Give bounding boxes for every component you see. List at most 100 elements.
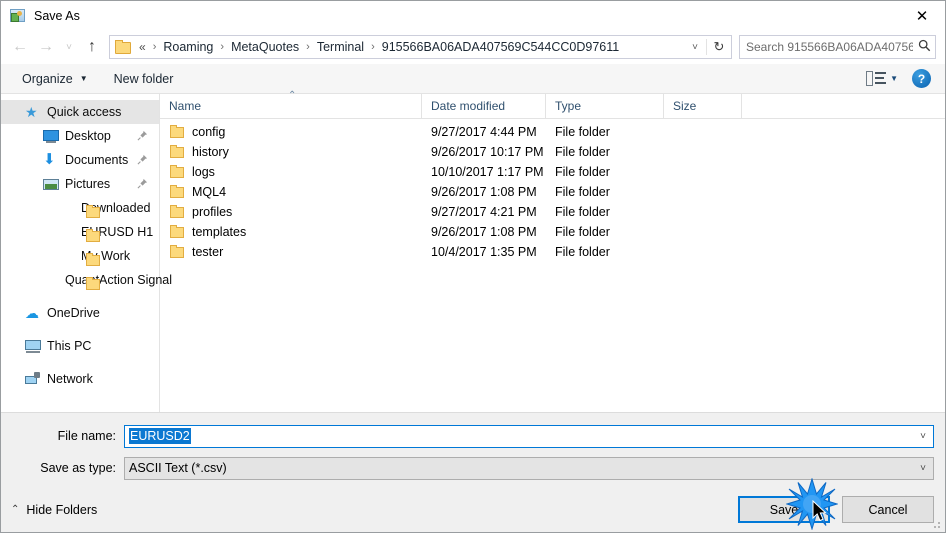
view-layout-icon[interactable] xyxy=(866,70,887,87)
sidebar-item-network[interactable]: Network xyxy=(1,367,159,391)
title-bar: Save As ✕ xyxy=(1,1,945,30)
sidebar-item-quantaction-signal[interactable]: QuantAction Signal xyxy=(1,268,172,292)
star-icon: ★ xyxy=(25,104,38,120)
sidebar-item-pictures[interactable]: Pictures xyxy=(1,172,159,196)
sidebar-item-label: This PC xyxy=(47,339,92,353)
file-date-cell: 9/26/2017 10:17 PM xyxy=(431,145,544,159)
pictures-icon xyxy=(43,176,59,192)
address-bar-row: ← → ˅ ↑ « › Roaming › MetaQuotes › Termi… xyxy=(1,30,945,64)
column-header-name-label: Name xyxy=(169,99,202,113)
file-type-cell: File folder xyxy=(555,205,610,219)
breadcrumb-separator-1: › xyxy=(220,41,225,53)
network-icon xyxy=(25,371,41,387)
file-name-cell: logs xyxy=(160,164,422,180)
pin-icon[interactable] xyxy=(137,178,148,189)
cancel-button[interactable]: Cancel xyxy=(842,496,934,523)
folder-icon xyxy=(169,144,185,160)
address-bar[interactable]: « › Roaming › MetaQuotes › Terminal › 91… xyxy=(109,35,732,59)
resize-grip[interactable] xyxy=(930,518,942,530)
refresh-icon[interactable]: ↻ xyxy=(706,39,731,55)
sidebar-item-my-work[interactable]: My Work xyxy=(1,244,159,268)
table-row[interactable]: tester 10/4/2017 1:35 PM File folder xyxy=(160,242,945,262)
folder-icon xyxy=(115,40,132,54)
chevron-down-icon[interactable]: ˅ xyxy=(913,463,933,474)
sidebar-item-label: Desktop xyxy=(65,129,111,143)
file-type-cell: File folder xyxy=(555,245,610,259)
table-row[interactable]: config 9/27/2017 4:44 PM File folder xyxy=(160,122,945,142)
forward-icon[interactable]: → xyxy=(33,34,59,60)
folder-icon xyxy=(85,228,101,244)
file-type-cell: File folder xyxy=(555,125,610,139)
save-form: File name: EURUSD2 ˅ Save as type: ASCII… xyxy=(1,412,945,487)
close-icon[interactable]: ✕ xyxy=(899,1,945,30)
folder-icon xyxy=(169,204,185,220)
file-name-selected-text: EURUSD2 xyxy=(129,428,191,444)
breadcrumb-separator-3: › xyxy=(371,41,375,53)
sidebar-item-label: QuantAction Signal xyxy=(65,273,173,287)
sidebar-item-documents[interactable]: ⬇ Documents xyxy=(1,148,159,172)
up-icon[interactable]: ↑ xyxy=(79,34,105,60)
table-row[interactable]: logs 10/10/2017 1:17 PM File folder xyxy=(160,162,945,182)
save-button[interactable]: Save xyxy=(738,496,830,523)
organize-button[interactable]: Organize ▼ xyxy=(15,69,95,89)
file-name-label: MQL4 xyxy=(192,185,227,199)
file-list-pane: Name ⌃ Date modified Type Size config 9/… xyxy=(160,90,945,412)
breadcrumb-item-terminal[interactable]: Terminal xyxy=(315,40,366,54)
breadcrumb-item-metaquotes[interactable]: MetaQuotes xyxy=(229,40,301,54)
file-type-cell: File folder xyxy=(555,145,610,159)
new-folder-button[interactable]: New folder xyxy=(107,69,181,89)
sidebar-item-downloaded[interactable]: Downloaded xyxy=(1,196,159,220)
pin-icon[interactable] xyxy=(137,154,148,165)
column-header-type[interactable]: Type xyxy=(546,94,664,118)
breadcrumb-separator-2: › xyxy=(306,41,310,53)
table-row[interactable]: MQL4 9/26/2017 1:08 PM File folder xyxy=(160,182,945,202)
pin-icon[interactable] xyxy=(137,130,148,141)
chevron-down-icon: ▼ xyxy=(79,74,88,83)
folder-icon xyxy=(169,184,185,200)
chevron-down-icon[interactable]: ˅ xyxy=(913,431,933,442)
sidebar-item-label: Quick access xyxy=(47,105,122,119)
file-rows: config 9/27/2017 4:44 PM File folder his… xyxy=(160,119,945,412)
recent-locations-icon[interactable]: ˅ xyxy=(59,34,79,60)
back-icon[interactable]: ← xyxy=(7,34,33,60)
folder-icon xyxy=(85,252,101,268)
file-name-input[interactable]: EURUSD2 ˅ xyxy=(124,424,934,448)
file-name-label: File name: xyxy=(57,429,116,443)
column-header-name[interactable]: Name ⌃ xyxy=(160,90,422,118)
dialog-footer: ⌃ Hide Folders Save Cancel xyxy=(1,487,945,532)
file-name-cell: MQL4 xyxy=(160,184,422,200)
search-icon xyxy=(913,39,935,55)
window-title: Save As xyxy=(34,8,80,23)
breadcrumb-item-terminal-id[interactable]: 915566BA06ADA407569C544CC0D97611 xyxy=(380,40,621,54)
table-row[interactable]: templates 9/26/2017 1:08 PM File folder xyxy=(160,222,945,242)
app-icon xyxy=(10,8,26,24)
table-row[interactable]: history 9/26/2017 10:17 PM File folder xyxy=(160,142,945,162)
breadcrumb-item-roaming[interactable]: Roaming xyxy=(161,40,215,54)
table-row[interactable]: profiles 9/27/2017 4:21 PM File folder xyxy=(160,202,945,222)
hide-folders-button[interactable]: ⌃ Hide Folders xyxy=(11,503,97,517)
save-as-type-select[interactable]: ASCII Text (*.csv) ˅ xyxy=(124,456,934,480)
breadcrumb-overflow-icon[interactable]: « xyxy=(137,40,148,54)
help-icon[interactable]: ? xyxy=(912,69,931,88)
column-header-size[interactable]: Size xyxy=(664,94,742,118)
sort-ascending-icon: ⌃ xyxy=(288,90,297,101)
save-as-dialog: Save As ✕ ← → ˅ ↑ « › Roaming › MetaQuot… xyxy=(0,0,946,533)
sidebar-item-label: Pictures xyxy=(65,177,111,191)
file-name-cell: profiles xyxy=(160,204,422,220)
command-toolbar: Organize ▼ New folder ▼ ? xyxy=(1,64,945,94)
sidebar-item-desktop[interactable]: Desktop xyxy=(1,124,159,148)
sidebar-item-onedrive[interactable]: ☁ OneDrive xyxy=(1,301,159,325)
organize-label: Organize xyxy=(22,71,73,86)
view-chevron-down-icon[interactable]: ▼ xyxy=(890,74,898,83)
search-box[interactable]: Search 915566BA06ADA40756... xyxy=(739,35,936,59)
sidebar-item-eurusd-h1[interactable]: EURUSD H1 xyxy=(1,220,159,244)
file-date-cell: 9/26/2017 1:08 PM xyxy=(431,185,537,199)
search-input[interactable]: Search 915566BA06ADA40756... xyxy=(740,40,913,54)
save-as-type-row: Save as type: ASCII Text (*.csv) ˅ xyxy=(1,455,945,481)
folder-icon xyxy=(169,224,185,240)
column-header-date-modified[interactable]: Date modified xyxy=(422,94,546,118)
sidebar-item-quick-access[interactable]: ★ Quick access xyxy=(1,100,159,124)
sidebar-item-this-pc[interactable]: This PC xyxy=(1,334,159,358)
chevron-down-icon[interactable]: ˅ xyxy=(684,42,706,53)
folder-icon xyxy=(169,164,185,180)
